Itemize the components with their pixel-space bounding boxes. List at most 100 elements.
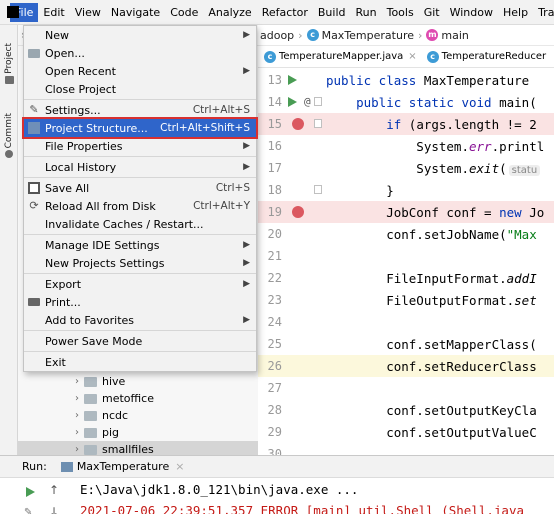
shortcut-label: Ctrl+Alt+Shift+S: [160, 122, 250, 134]
menu-git[interactable]: Git: [419, 3, 445, 22]
menu-item-local-history[interactable]: Local History ▶: [24, 158, 256, 176]
menu-code[interactable]: Code: [165, 3, 203, 22]
line-number: 30: [267, 447, 282, 455]
tree-item-label: hive: [102, 375, 126, 388]
fold-icon[interactable]: [314, 185, 322, 194]
fold-icon[interactable]: [314, 97, 322, 106]
menu-build[interactable]: Build: [313, 3, 351, 22]
tree-item-label: metoffice: [102, 392, 154, 405]
code-line: 21: [258, 245, 554, 267]
code-line: 27: [258, 377, 554, 399]
menu-run[interactable]: Run: [351, 3, 382, 22]
breadcrumb-method[interactable]: main: [441, 29, 468, 42]
submenu-arrow-icon: ▶: [243, 240, 250, 250]
menu-item-print[interactable]: Print...: [24, 293, 256, 311]
line-number: 23: [267, 293, 282, 307]
menu-translate[interactable]: Transla: [533, 3, 554, 22]
code-line: 14 @ public static void main(: [258, 91, 554, 113]
folder-icon: [84, 393, 97, 404]
line-number: 28: [267, 403, 282, 417]
menu-divider: [24, 351, 256, 352]
menu-item-add-to-favorites[interactable]: Add to Favorites ▶: [24, 311, 256, 329]
menu-item-file-properties[interactable]: File Properties ▶: [24, 137, 256, 155]
commit-tool-tab[interactable]: Commit: [0, 113, 18, 159]
menu-help[interactable]: Help: [498, 3, 533, 22]
arrow-up-icon[interactable]: ↑: [49, 483, 59, 497]
project-tool-tab[interactable]: Project: [0, 43, 18, 84]
menu-item-open-recent[interactable]: Open Recent ▶: [24, 62, 256, 80]
menu-navigate[interactable]: Navigate: [106, 3, 165, 22]
line-number: 21: [267, 249, 282, 263]
menu-divider: [24, 177, 256, 178]
code-line: 29 conf.setOutputValueC: [258, 421, 554, 443]
menu-refactor[interactable]: Refactor: [257, 3, 313, 22]
code-line: 30: [258, 443, 554, 455]
menu-view[interactable]: View: [70, 3, 106, 22]
code-editor[interactable]: 13 public class MaxTemperature 14 @ publ…: [258, 69, 554, 455]
wrench-icon: ✎: [29, 103, 39, 116]
chevron-right-icon[interactable]: ›: [70, 427, 84, 438]
menu-tools[interactable]: Tools: [382, 3, 419, 22]
class-icon: c: [264, 50, 276, 63]
menu-item-settings[interactable]: ✎ Settings... Ctrl+Alt+S: [24, 101, 256, 119]
menu-item-manage-ide-settings[interactable]: Manage IDE Settings ▶: [24, 236, 256, 254]
menu-item-new-projects-settings[interactable]: New Projects Settings ▶: [24, 254, 256, 272]
tree-item-label: ncdc: [102, 409, 129, 422]
menu-edit[interactable]: Edit: [38, 3, 69, 22]
menu-item-new[interactable]: New ▶: [24, 26, 256, 44]
line-number: 19: [267, 205, 282, 219]
class-icon: c: [306, 29, 319, 41]
line-number: 16: [267, 139, 282, 153]
run-gutter-icon[interactable]: [288, 75, 297, 85]
breadcrumb-package[interactable]: adoop: [260, 29, 294, 42]
close-icon[interactable]: ×: [175, 460, 184, 473]
menu-item-export[interactable]: Export ▶: [24, 275, 256, 293]
menu-analyze[interactable]: Analyze: [203, 3, 256, 22]
breadcrumb-class[interactable]: MaxTemperature: [322, 29, 414, 42]
menu-divider: [24, 273, 256, 274]
shortcut-label: Ctrl+S: [215, 182, 250, 194]
code-line: 13 public class MaxTemperature: [258, 69, 554, 91]
tree-item-metoffice[interactable]: › metoffice: [18, 390, 258, 407]
submenu-arrow-icon: ▶: [243, 141, 250, 151]
line-number: 22: [267, 271, 282, 285]
rerun-icon[interactable]: [26, 487, 35, 497]
menu-item-open[interactable]: Open...: [24, 44, 256, 62]
method-icon: m: [426, 29, 439, 41]
breakpoint-icon[interactable]: [292, 118, 304, 130]
wrench-icon[interactable]: ✎: [24, 507, 32, 514]
menu-item-save-all[interactable]: Save All Ctrl+S: [24, 179, 256, 197]
run-tab-maxtemperature[interactable]: MaxTemperature: [77, 460, 169, 473]
menu-item-exit[interactable]: Exit: [24, 353, 256, 371]
fold-icon[interactable]: [314, 119, 322, 128]
arrow-down-icon[interactable]: ↓: [49, 505, 59, 514]
folder-icon: [28, 49, 40, 58]
tab-label: TemperatureMapper.java: [279, 51, 404, 62]
submenu-arrow-icon: ▶: [243, 162, 250, 172]
tab-label: TemperatureReducer: [441, 51, 547, 62]
chevron-right-icon[interactable]: ›: [70, 376, 84, 387]
menu-item-project-structure[interactable]: Project Structure... Ctrl+Alt+Shift+S: [22, 117, 258, 139]
tree-item-ncdc[interactable]: › ncdc: [18, 407, 258, 424]
code-line: 18 }: [258, 179, 554, 201]
chevron-right-icon[interactable]: ›: [70, 410, 84, 421]
run-toolbar: ↑ ✎ ↓: [0, 478, 66, 514]
menu-item-close-project[interactable]: Close Project: [24, 80, 256, 98]
menu-item-reload-all[interactable]: ⟳ Reload All from Disk Ctrl+Alt+Y: [24, 197, 256, 215]
console-line: E:\Java\jdk1.8.0_121\bin\java.exe ...: [80, 482, 359, 497]
run-gutter-icon[interactable]: [288, 97, 297, 107]
menu-window[interactable]: Window: [445, 3, 498, 22]
close-icon[interactable]: ×: [408, 51, 416, 62]
file-menu-dropdown: New ▶ Open... Open Recent ▶ Close Project …: [22, 25, 258, 372]
menu-item-invalidate-caches[interactable]: Invalidate Caches / Restart...: [24, 215, 256, 233]
line-number: 26: [267, 359, 282, 373]
tab-temperature-mapper[interactable]: c TemperatureMapper.java ×: [258, 46, 421, 67]
tree-item-hive[interactable]: › hive: [18, 373, 258, 390]
chevron-right-icon[interactable]: ›: [70, 444, 84, 455]
tab-temperature-reducer[interactable]: c TemperatureReducer: [421, 46, 550, 67]
breakpoint-icon[interactable]: [292, 206, 304, 218]
code-line: 24: [258, 311, 554, 333]
chevron-right-icon[interactable]: ›: [70, 393, 84, 404]
menu-item-power-save-mode[interactable]: Power Save Mode: [24, 332, 256, 350]
tree-item-pig[interactable]: › pig: [18, 424, 258, 441]
